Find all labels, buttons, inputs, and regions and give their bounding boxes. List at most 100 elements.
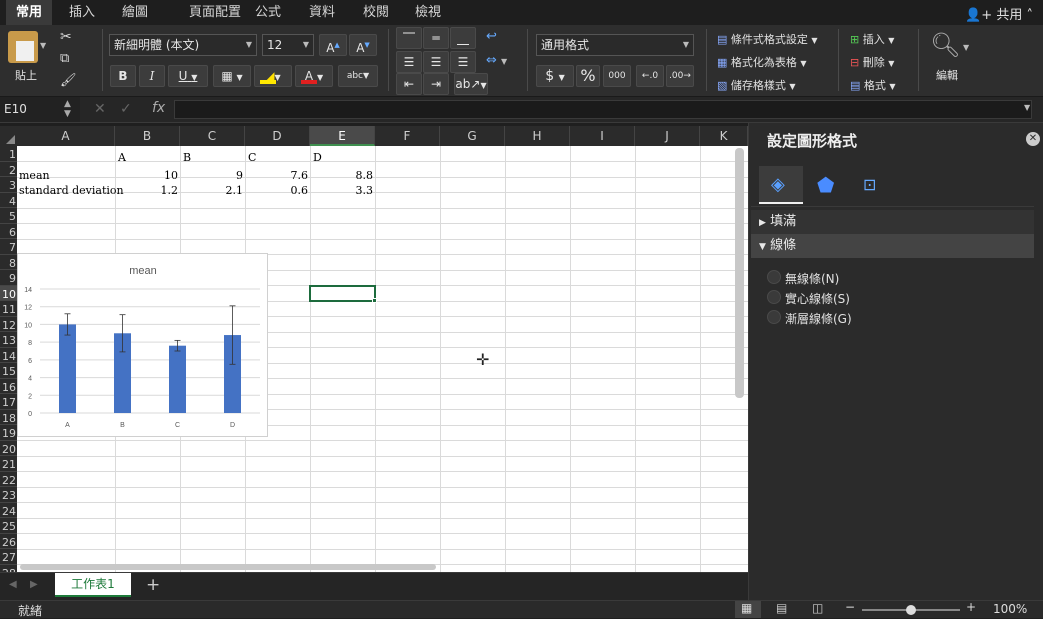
row-header-2[interactable]: 2 (0, 162, 17, 178)
normal-view-icon[interactable]: ▦ (735, 601, 761, 618)
row-header-25[interactable]: 25 (0, 518, 17, 534)
column-header-e[interactable]: E (310, 126, 375, 146)
row-header-21[interactable]: 21 (0, 456, 17, 472)
row-header-22[interactable]: 22 (0, 472, 17, 488)
increase-font-icon[interactable]: A▲ (319, 34, 347, 56)
edit-dropdown-icon[interactable]: ▼ (963, 43, 969, 52)
expand-formula-icon[interactable]: ▼ (1024, 103, 1030, 112)
row-header-20[interactable]: 20 (0, 441, 17, 457)
number-format-select[interactable]: 通用格式▼ (536, 34, 694, 56)
tab-home[interactable]: 常用 (6, 0, 52, 25)
copy-icon[interactable]: ⧉ (60, 51, 69, 66)
fill-line-tab[interactable]: ◈ (759, 166, 803, 204)
row-header-23[interactable]: 23 (0, 487, 17, 503)
row-header-13[interactable]: 13 (0, 332, 17, 348)
column-header-g[interactable]: G (440, 126, 505, 146)
row-header-28[interactable]: 28 (0, 565, 17, 573)
cell-c3[interactable]: 2.1 (180, 184, 243, 197)
column-header-h[interactable]: H (505, 126, 570, 146)
row-header-27[interactable]: 27 (0, 549, 17, 565)
row-header-4[interactable]: 4 (0, 193, 17, 209)
row-header-11[interactable]: 11 (0, 301, 17, 317)
borders-icon[interactable]: ▦ ▼ (213, 65, 251, 87)
italic-button[interactable]: I (139, 65, 165, 87)
chart[interactable]: mean02468101214ABCD (17, 253, 268, 437)
align-bottom-icon[interactable]: ⎽ (450, 27, 476, 49)
decrease-font-icon[interactable]: A▼ (349, 34, 377, 56)
wrap-text-icon[interactable]: ↩ (486, 29, 497, 44)
vertical-scrollbar[interactable] (735, 148, 744, 398)
chevron-up-icon[interactable]: ˄ (1027, 8, 1034, 23)
row-header-16[interactable]: 16 (0, 379, 17, 395)
column-header-c[interactable]: C (180, 126, 245, 146)
align-center-icon[interactable]: ☰ (423, 51, 449, 73)
row-header-9[interactable]: 9 (0, 270, 17, 286)
bold-button[interactable]: B (110, 65, 136, 87)
decrease-decimal-icon[interactable]: .00→ (666, 65, 694, 87)
zoom-level[interactable]: 100% (993, 602, 1027, 616)
column-header-a[interactable]: A (17, 126, 115, 146)
font-name-select[interactable]: 新細明體 (本文)▼ (109, 34, 257, 56)
column-header-f[interactable]: F (375, 126, 440, 146)
align-left-icon[interactable]: ☰ (396, 51, 422, 73)
share-button[interactable]: 👤+ 共用 ˄ (965, 4, 1033, 23)
tab-draw[interactable]: 繪圖 (112, 0, 158, 25)
zoom-in-button[interactable]: + (966, 600, 976, 614)
row-header-12[interactable]: 12 (0, 317, 17, 333)
align-top-icon[interactable]: ⎺ (396, 27, 422, 49)
cell-c1[interactable]: B (183, 151, 191, 164)
worksheet-grid[interactable]: A B C D E F G H I J K 123456789101112131… (0, 126, 748, 572)
cell-a3[interactable]: standard deviation (19, 184, 124, 197)
cell-d1[interactable]: C (248, 151, 256, 164)
prev-sheet-icon[interactable]: ◀ (9, 579, 17, 590)
insert-cells-button[interactable]: ⊞ 插入 ▼ (850, 31, 894, 47)
row-header-24[interactable]: 24 (0, 503, 17, 519)
formula-input[interactable] (174, 100, 1032, 119)
row-header-3[interactable]: 3 (0, 177, 17, 193)
row-header-14[interactable]: 14 (0, 348, 17, 364)
column-header-d[interactable]: D (245, 126, 310, 146)
paste-icon[interactable] (8, 31, 38, 63)
phonetic-icon[interactable]: abc▼ (338, 65, 378, 87)
fill-color-icon[interactable]: ◢▼ (254, 65, 292, 87)
zoom-slider-thumb[interactable] (906, 605, 916, 615)
tab-view[interactable]: 檢視 (408, 0, 448, 25)
font-size-select[interactable]: 12▼ (262, 34, 314, 56)
zoom-out-button[interactable]: − (845, 600, 855, 614)
comma-button[interactable]: 000 (603, 65, 631, 87)
cut-icon[interactable]: ✂ (60, 29, 72, 45)
row-header-6[interactable]: 6 (0, 224, 17, 240)
select-all-button[interactable] (0, 126, 17, 146)
function-icon[interactable]: fx (152, 100, 165, 116)
effects-tab-pentagon-icon[interactable]: ⬟ (817, 173, 834, 197)
cell-e3[interactable]: 3.3 (310, 184, 373, 197)
column-header-k[interactable]: K (700, 126, 748, 146)
format-cells-button[interactable]: ▤ 格式 ▼ (850, 77, 896, 93)
tab-review[interactable]: 校閱 (356, 0, 396, 25)
cell-b1[interactable]: A (118, 151, 126, 164)
delete-cells-button[interactable]: ⊟ 刪除 ▼ (850, 54, 894, 70)
orientation-icon[interactable]: ab↗▼ (454, 73, 488, 95)
selected-cell-e10[interactable] (309, 285, 376, 302)
align-right-icon[interactable]: ☰ (450, 51, 476, 73)
tab-insert[interactable]: 插入 (60, 0, 104, 25)
cell-e1[interactable]: D (313, 151, 322, 164)
tab-formulas[interactable]: 公式 (248, 0, 288, 25)
percent-button[interactable]: % (576, 65, 600, 87)
row-header-10[interactable]: 10 (0, 286, 17, 302)
cell-c2[interactable]: 9 (180, 169, 243, 182)
currency-button[interactable]: $ ▼ (536, 65, 574, 87)
cell-d2[interactable]: 7.6 (245, 169, 308, 182)
radio-no-line[interactable] (767, 270, 781, 284)
increase-indent-icon[interactable]: ⇥ (423, 73, 449, 95)
enter-icon[interactable]: ✓ (120, 101, 132, 117)
row-header-7[interactable]: 7 (0, 239, 17, 255)
row-header-26[interactable]: 26 (0, 534, 17, 550)
underline-button[interactable]: U ▼ (168, 65, 208, 87)
cell-a2[interactable]: mean (19, 169, 50, 182)
add-sheet-button[interactable]: + (146, 575, 160, 595)
increase-decimal-icon[interactable]: ←.0 (636, 65, 664, 87)
column-header-i[interactable]: I (570, 126, 635, 146)
row-header-18[interactable]: 18 (0, 410, 17, 426)
row-header-17[interactable]: 17 (0, 394, 17, 410)
